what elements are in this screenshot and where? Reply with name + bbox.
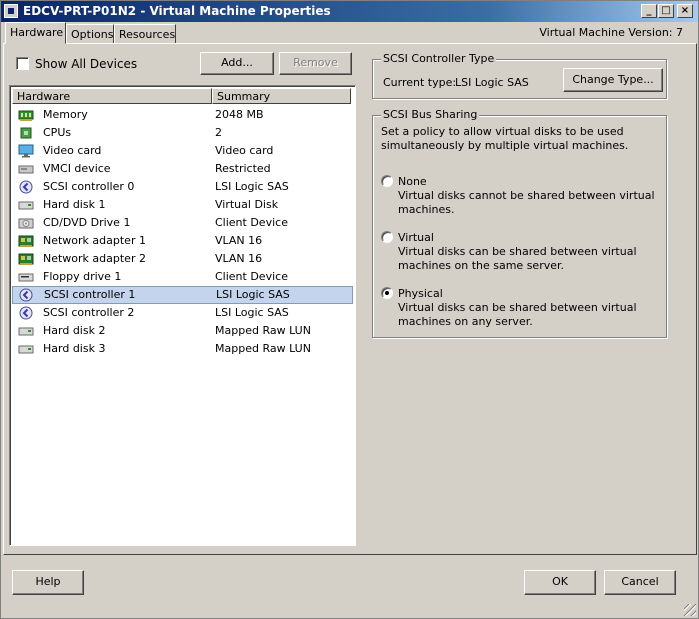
hardware-row-name: SCSI controller 1 [44,288,136,301]
hardware-row-summary: LSI Logic SAS [215,306,289,319]
hardware-row-summary: LSI Logic SAS [216,288,290,301]
change-type-button[interactable]: Change Type... [563,68,663,92]
network-adapter-icon [18,234,34,248]
ok-button[interactable]: OK [524,570,596,595]
scsi-controller-icon [18,180,34,194]
remove-button[interactable]: Remove [279,52,352,75]
floppy-drive-icon [18,270,34,284]
hard-disk-icon [18,342,34,356]
tab-options-label: Options [71,28,114,41]
hardware-row-summary: Mapped Raw LUN [215,324,311,337]
hardware-row-name: Network adapter 1 [43,234,146,247]
hardware-row-name: CPUs [43,126,72,139]
scsi-bus-sharing-legend: SCSI Bus Sharing [381,108,480,121]
tab-options[interactable]: Options [66,24,114,44]
hardware-row-name: Network adapter 2 [43,252,146,265]
hardware-row-summary: 2 [215,126,222,139]
monitor-icon [18,144,34,158]
memory-icon [18,108,34,122]
cpu-icon [18,126,34,140]
bus-sharing-virtual-label[interactable]: Virtual [398,231,434,244]
vm-version-label: Virtual Machine Version: 7 [539,26,683,39]
title-bar[interactable]: EDCV-PRT-P01N2 - Virtual Machine Propert… [1,1,698,22]
bus-sharing-none-radio[interactable] [381,175,393,187]
hardware-row[interactable]: Hard disk 1 Virtual Disk [12,196,353,214]
help-button[interactable]: Help [12,570,84,595]
hardware-row[interactable]: Network adapter 2 VLAN 16 [12,250,353,268]
hardware-row-summary: Restricted [215,162,271,175]
bus-sharing-none-desc: Virtual disks cannot be shared between v… [398,189,655,216]
hard-disk-icon [18,198,34,212]
cancel-button[interactable]: Cancel [604,570,676,595]
hardware-row[interactable]: VMCI device Restricted [12,160,353,178]
hardware-row[interactable]: Hard disk 3 Mapped Raw LUN [12,340,353,358]
hardware-row-name: Hard disk 2 [43,324,106,337]
tab-resources-label: Resources [119,28,176,41]
device-icon [18,162,34,176]
hardware-row-summary: Client Device [215,270,288,283]
hardware-row[interactable]: Network adapter 1 VLAN 16 [12,232,353,250]
hardware-row[interactable]: Video card Video card [12,142,353,160]
network-adapter-icon [18,252,34,266]
hardware-row-name: VMCI device [43,162,111,175]
hardware-row[interactable]: Hard disk 2 Mapped Raw LUN [12,322,353,340]
bus-sharing-none-label[interactable]: None [398,175,427,188]
scsi-controller-type-legend: SCSI Controller Type [381,52,497,65]
close-button[interactable]: × [677,4,693,18]
bus-sharing-physical-radio[interactable] [381,287,393,299]
current-type-value: LSI Logic SAS [455,76,529,89]
hardware-row-summary: 2048 MB [215,108,264,121]
bus-sharing-physical-label[interactable]: Physical [398,287,443,300]
hardware-row-name: Video card [43,144,102,157]
maximize-button[interactable]: □ [658,4,674,18]
column-header-hardware[interactable]: Hardware [12,88,212,104]
hardware-list: Hardware Summary Memory 2048 MB CPUs 2 Video… [9,85,356,546]
hardware-row-name: Hard disk 1 [43,198,106,211]
hardware-row-name: SCSI controller 2 [43,306,135,319]
cd-drive-icon [18,216,34,230]
hardware-row[interactable]: Memory 2048 MB [12,106,353,124]
bus-sharing-physical-desc: Virtual disks can be shared between virt… [398,301,637,328]
hardware-row-summary: Virtual Disk [215,198,279,211]
hardware-row-summary: Video card [215,144,274,157]
hardware-row-summary: Mapped Raw LUN [215,342,311,355]
hardware-row-summary: VLAN 16 [215,234,263,247]
column-header-summary[interactable]: Summary [212,88,351,104]
hardware-row-summary: LSI Logic SAS [215,180,289,193]
hardware-row-name: CD/DVD Drive 1 [43,216,131,229]
resize-grip-icon[interactable] [684,604,696,616]
window-title: EDCV-PRT-P01N2 - Virtual Machine Propert… [23,4,331,18]
minimize-button[interactable]: _ [641,4,657,18]
hardware-row[interactable]: Floppy drive 1 Client Device [12,268,353,286]
hard-disk-icon [18,324,34,338]
show-all-devices-checkbox[interactable] [16,57,29,70]
scsi-bus-sharing-group: SCSI Bus Sharing Set a policy to allow v… [372,108,667,338]
hardware-row[interactable]: CPUs 2 [12,124,353,142]
hardware-row[interactable]: SCSI controller 1 LSI Logic SAS [12,286,353,304]
bus-sharing-virtual-desc: Virtual disks can be shared between virt… [398,245,637,272]
add-button[interactable]: Add... [200,52,274,75]
tab-hardware-label: Hardware [10,26,64,39]
vm-properties-window: EDCV-PRT-P01N2 - Virtual Machine Propert… [0,0,699,619]
scsi-controller-type-group: SCSI Controller Type Current type: LSI L… [372,52,667,99]
hardware-row-summary: VLAN 16 [215,252,263,265]
tab-hardware[interactable]: Hardware [5,22,66,44]
hardware-row[interactable]: CD/DVD Drive 1 Client Device [12,214,353,232]
hardware-row-name: Floppy drive 1 [43,270,122,283]
hardware-row-summary: Client Device [215,216,288,229]
hardware-row-name: Hard disk 3 [43,342,106,355]
tab-resources[interactable]: Resources [114,24,176,44]
bus-sharing-virtual-radio[interactable] [381,231,393,243]
scsi-controller-icon [18,288,34,302]
hardware-row-name: Memory [43,108,88,121]
bus-sharing-description: Set a policy to allow virtual disks to b… [381,125,629,152]
hardware-row-name: SCSI controller 0 [43,180,135,193]
hardware-row[interactable]: SCSI controller 2 LSI Logic SAS [12,304,353,322]
hardware-row[interactable]: SCSI controller 0 LSI Logic SAS [12,178,353,196]
scsi-controller-icon [18,306,34,320]
show-all-devices-label[interactable]: Show All Devices [35,57,137,71]
current-type-label: Current type: [383,76,457,89]
app-icon [4,4,18,18]
